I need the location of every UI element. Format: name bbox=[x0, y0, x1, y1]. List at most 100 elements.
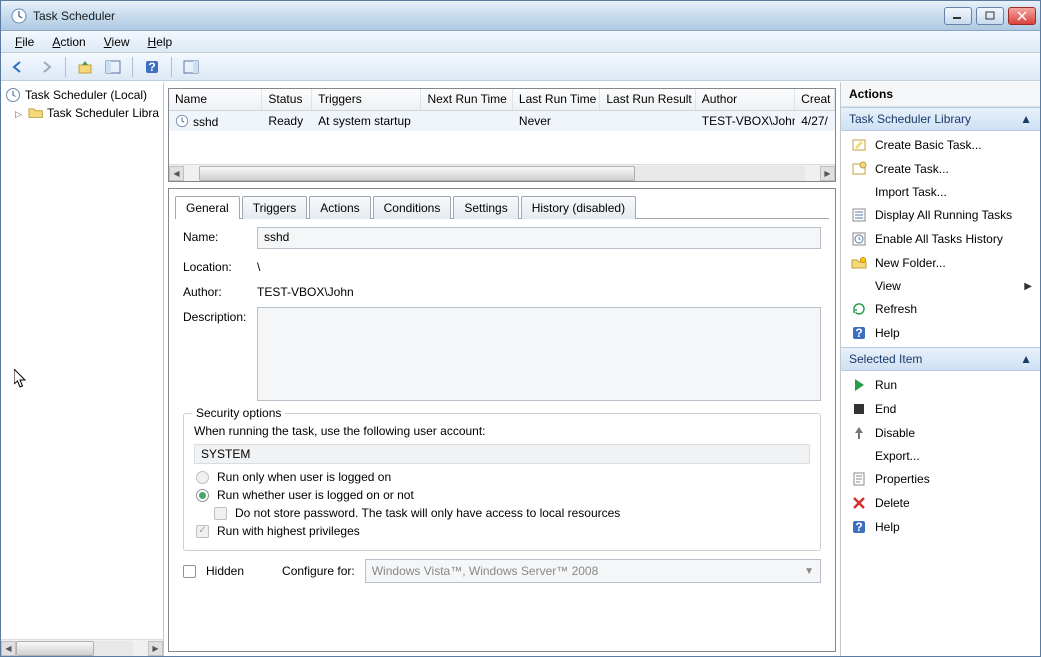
svg-text:?: ? bbox=[855, 520, 862, 534]
titlebar[interactable]: Task Scheduler bbox=[1, 1, 1040, 31]
tab-general[interactable]: General bbox=[175, 196, 240, 219]
delete-icon bbox=[851, 495, 867, 511]
action-export[interactable]: Export... bbox=[841, 445, 1040, 467]
menu-view[interactable]: View bbox=[96, 33, 138, 51]
security-options-group: Security options When running the task, … bbox=[183, 413, 821, 551]
account-value: SYSTEM bbox=[194, 444, 810, 464]
help-icon: ? bbox=[851, 325, 867, 341]
scheduler-icon bbox=[5, 87, 21, 103]
action-disable[interactable]: Disable bbox=[841, 421, 1040, 445]
actions-pane: Actions Task Scheduler Library ▲ Create … bbox=[840, 82, 1040, 656]
help-toolbar-button[interactable]: ? bbox=[141, 56, 163, 78]
help-icon: ? bbox=[851, 519, 867, 535]
folder-icon bbox=[28, 105, 43, 121]
app-icon bbox=[11, 8, 27, 24]
maximize-button[interactable] bbox=[976, 7, 1004, 25]
tree-library-label: Task Scheduler Libra bbox=[47, 106, 159, 120]
actions-section-library[interactable]: Task Scheduler Library ▲ bbox=[841, 107, 1040, 131]
collapse-icon: ▲ bbox=[1020, 352, 1032, 366]
action-import-task[interactable]: Import Task... bbox=[841, 181, 1040, 203]
action-refresh[interactable]: Refresh bbox=[841, 297, 1040, 321]
menu-help[interactable]: Help bbox=[140, 33, 181, 51]
disable-icon bbox=[851, 425, 867, 441]
column-header-triggers[interactable]: Triggers bbox=[312, 89, 421, 110]
tree-library[interactable]: ▷ Task Scheduler Libra bbox=[3, 104, 161, 122]
chevron-down-icon: ▼ bbox=[804, 566, 814, 577]
column-header-last-run-time[interactable]: Last Run Time bbox=[513, 89, 600, 110]
tab-conditions[interactable]: Conditions bbox=[373, 196, 452, 219]
submenu-arrow-icon: ▶ bbox=[1024, 281, 1032, 292]
task-row[interactable]: sshdReadyAt system startupNeverTEST-VBOX… bbox=[169, 111, 835, 131]
menu-action[interactable]: Action bbox=[44, 33, 93, 51]
action-create-basic-task[interactable]: Create Basic Task... bbox=[841, 133, 1040, 157]
action-display-all-running-tasks[interactable]: Display All Running Tasks bbox=[841, 203, 1040, 227]
action-new-folder[interactable]: New Folder... bbox=[841, 251, 1040, 275]
show-hide-tree-button[interactable] bbox=[102, 56, 124, 78]
menu-file[interactable]: File bbox=[7, 33, 42, 51]
name-field[interactable]: sshd bbox=[257, 227, 821, 249]
svg-text:?: ? bbox=[148, 60, 155, 74]
task-name-cell: sshd bbox=[169, 112, 262, 131]
back-button[interactable] bbox=[7, 56, 29, 78]
run-icon bbox=[851, 377, 867, 393]
center-pane: NameStatusTriggersNext Run TimeLast Run … bbox=[164, 82, 840, 656]
column-header-status[interactable]: Status bbox=[262, 89, 312, 110]
action-run[interactable]: Run bbox=[841, 373, 1040, 397]
configure-for-combo[interactable]: Windows Vista™, Windows Server™ 2008 ▼ bbox=[365, 559, 821, 583]
forward-button[interactable] bbox=[35, 56, 57, 78]
check-no-store-label: Do not store password. The task will onl… bbox=[235, 506, 620, 520]
radio-logged-on-label: Run only when user is logged on bbox=[217, 470, 391, 484]
radio-whether[interactable] bbox=[196, 489, 209, 502]
action-view[interactable]: View▶ bbox=[841, 275, 1040, 297]
description-label: Description: bbox=[183, 307, 257, 324]
author-label: Author: bbox=[183, 282, 257, 299]
hidden-label: Hidden bbox=[206, 564, 244, 578]
check-hidden[interactable] bbox=[183, 565, 196, 578]
tab-history[interactable]: History (disabled) bbox=[521, 196, 636, 219]
column-header-last-run-result[interactable]: Last Run Result bbox=[600, 89, 695, 110]
minimize-button[interactable] bbox=[944, 7, 972, 25]
column-header-author[interactable]: Author bbox=[696, 89, 795, 110]
action-create-task[interactable]: Create Task... bbox=[841, 157, 1040, 181]
location-label: Location: bbox=[183, 257, 257, 274]
tree-pane: Task Scheduler (Local) ▷ Task Scheduler … bbox=[1, 82, 164, 656]
tab-settings[interactable]: Settings bbox=[453, 196, 518, 219]
tab-actions[interactable]: Actions bbox=[309, 196, 370, 219]
folder-new-icon bbox=[851, 255, 867, 271]
tab-triggers[interactable]: Triggers bbox=[242, 196, 308, 219]
action-help[interactable]: ?Help bbox=[841, 321, 1040, 345]
description-field[interactable] bbox=[257, 307, 821, 401]
collapse-icon: ▲ bbox=[1020, 112, 1032, 126]
column-header-name[interactable]: Name bbox=[169, 89, 262, 110]
check-highest-privileges[interactable] bbox=[196, 525, 209, 538]
tree-root-label: Task Scheduler (Local) bbox=[25, 88, 147, 102]
action-end[interactable]: End bbox=[841, 397, 1040, 421]
radio-logged-on[interactable] bbox=[196, 471, 209, 484]
window-title: Task Scheduler bbox=[33, 9, 944, 23]
radio-whether-label: Run whether user is logged on or not bbox=[217, 488, 414, 502]
close-button[interactable] bbox=[1008, 7, 1036, 25]
expand-icon[interactable]: ▷ bbox=[15, 109, 24, 118]
action-help[interactable]: ?Help bbox=[841, 515, 1040, 539]
task-list-scrollbar[interactable]: ◀ ▶ bbox=[169, 164, 835, 181]
action-delete[interactable]: Delete bbox=[841, 491, 1040, 515]
account-label: When running the task, use the following… bbox=[194, 424, 810, 438]
name-label: Name: bbox=[183, 227, 257, 244]
history-icon bbox=[851, 231, 867, 247]
actions-title: Actions bbox=[841, 82, 1040, 107]
action-properties[interactable]: Properties bbox=[841, 467, 1040, 491]
up-level-button[interactable] bbox=[74, 56, 96, 78]
action-enable-all-tasks-history[interactable]: Enable All Tasks History bbox=[841, 227, 1040, 251]
actions-section-selected[interactable]: Selected Item ▲ bbox=[841, 347, 1040, 371]
check-no-store-password[interactable] bbox=[214, 507, 227, 520]
column-header-creat[interactable]: Creat bbox=[795, 89, 835, 110]
task-list: NameStatusTriggersNext Run TimeLast Run … bbox=[168, 88, 836, 182]
column-header-next-run-time[interactable]: Next Run Time bbox=[421, 89, 512, 110]
check-highest-label: Run with highest privileges bbox=[217, 524, 360, 538]
show-hide-action-pane-button[interactable] bbox=[180, 56, 202, 78]
location-value: \ bbox=[257, 257, 821, 274]
props-icon bbox=[851, 471, 867, 487]
tree-scrollbar[interactable]: ◀ ▶ bbox=[1, 639, 163, 656]
configure-for-label: Configure for: bbox=[282, 564, 355, 578]
tree-root[interactable]: Task Scheduler (Local) bbox=[3, 86, 161, 104]
